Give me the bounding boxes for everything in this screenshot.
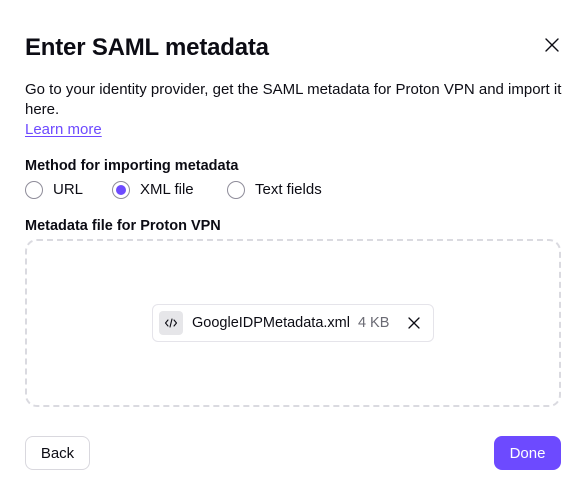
radio-option-text-fields[interactable]: Text fields [227,180,322,200]
import-method-radio-group: URL XML file Text fields [25,179,322,201]
radio-option-url[interactable]: URL [25,180,112,200]
file-name: GoogleIDPMetadata.xml [192,315,350,331]
modal-title: Enter SAML metadata [25,34,269,61]
back-button[interactable]: Back [25,436,90,470]
metadata-file-label: Metadata file for Proton VPN [25,218,221,234]
radio-option-xml-file[interactable]: XML file [112,180,227,200]
radio-button-url[interactable] [25,181,43,199]
radio-label-xml-file: XML file [140,181,194,198]
close-icon [408,317,420,329]
radio-button-text-fields[interactable] [227,181,245,199]
radio-label-text-fields: Text fields [255,181,322,198]
modal-description: Go to your identity provider, get the SA… [25,81,562,118]
import-method-label: Method for importing metadata [25,158,239,174]
learn-more-link[interactable]: Learn more [25,120,102,140]
radio-selected-dot [116,185,126,195]
close-button[interactable] [538,31,566,59]
radio-label-url: URL [53,181,84,198]
close-icon [545,38,559,52]
saml-metadata-modal: Enter SAML metadata Go to your identity … [0,0,587,491]
done-button[interactable]: Done [494,436,561,470]
file-size: 4 KB [357,315,390,331]
remove-file-button[interactable] [405,314,423,332]
radio-button-xml-file[interactable] [112,181,130,199]
code-file-icon [159,311,183,335]
uploaded-file-chip: GoogleIDPMetadata.xml 4 KB [152,304,434,342]
